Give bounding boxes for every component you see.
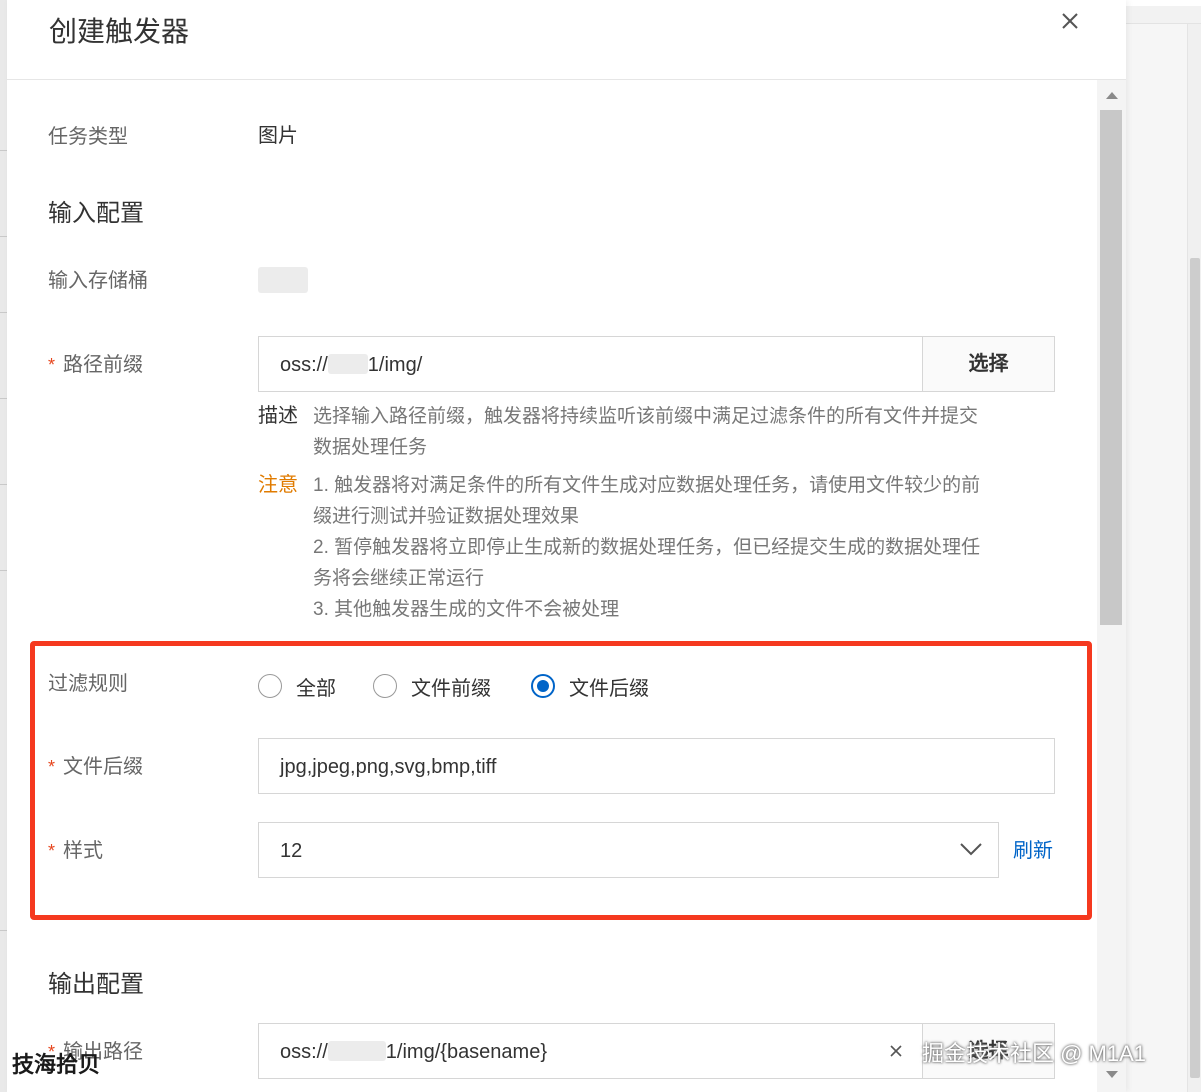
path-prefix-input[interactable]: oss:// 1/img/ 选择	[258, 336, 1055, 392]
scroll-up-arrow-icon[interactable]	[1106, 92, 1118, 99]
background-divider	[0, 930, 7, 931]
notice-line: 1. 触发器将对满足条件的所有文件生成对应数据处理任务，请使用文件较少的前	[313, 475, 981, 496]
required-mark: *	[48, 355, 56, 375]
path-prefix-redacted	[327, 354, 368, 374]
input-bucket-label: 输入存储桶	[48, 270, 148, 292]
style-select[interactable]: 12	[258, 822, 999, 878]
task-type-value: 图片	[258, 125, 298, 147]
output-config-heading: 输出配置	[48, 971, 144, 998]
chevron-down-icon	[960, 843, 982, 856]
filter-radio-file-prefix[interactable]: 文件前缀	[373, 671, 491, 701]
file-suffix-input[interactable]: jpg,jpeg,png,svg,bmp,tiff	[258, 738, 1055, 794]
path-prefix-value: oss:// 1/img/	[280, 351, 422, 379]
file-suffix-label: * 文件后缀	[48, 753, 143, 781]
refresh-link[interactable]: 刷新	[1013, 837, 1053, 865]
clear-icon[interactable]	[889, 1044, 903, 1058]
output-path-redacted	[327, 1041, 386, 1061]
background-divider	[0, 312, 7, 313]
description-key: 描述	[258, 405, 298, 427]
path-prefix-select-button[interactable]: 选择	[922, 336, 1055, 392]
scroll-down-arrow-icon[interactable]	[1106, 1071, 1118, 1078]
path-prefix-label: * 路径前缀	[48, 351, 143, 379]
description-text: 选择输入路径前缀，触发器将持续监听该前缀中满足过滤条件的所有文件并提交 数据处理…	[313, 401, 1073, 463]
page-scrollbar-thumb[interactable]	[1190, 258, 1200, 1078]
notice-line: 2. 暂停触发器将立即停止生成新的数据处理任务，但已经提交生成的数据处理任	[313, 537, 981, 558]
required-mark: *	[48, 757, 56, 777]
dialog-header: 创建触发器	[7, 0, 1126, 80]
file-suffix-label-text: 文件后缀	[63, 756, 144, 778]
style-label-text: 样式	[63, 840, 104, 862]
radio-circle	[373, 674, 397, 698]
watermark-left: 技海拾贝	[12, 1052, 101, 1077]
background-divider	[0, 398, 7, 399]
dialog-body: 任务类型 图片 输入配置 输入存储桶 * 路径前缀 oss:// 1/img/ 选择…	[7, 80, 1097, 1092]
page-scrollbar[interactable]	[1187, 24, 1201, 1092]
watermark-right: 掘金技术社区 @ M1A1	[922, 1041, 1147, 1066]
input-config-heading: 输入配置	[48, 200, 144, 227]
output-path-value-start: oss://	[280, 1041, 328, 1063]
background-divider	[0, 484, 7, 485]
background-divider	[0, 236, 7, 237]
radio-label: 全部	[296, 677, 336, 700]
description-line: 数据处理任务	[313, 437, 428, 458]
style-select-value: 12	[280, 840, 303, 862]
notice-line: 3. 其他触发器生成的文件不会被处理	[313, 599, 620, 620]
notice-text: 1. 触发器将对满足条件的所有文件生成对应数据处理任务，请使用文件较少的前 缀进…	[313, 470, 1073, 625]
file-suffix-value: jpg,jpeg,png,svg,bmp,tiff	[280, 756, 497, 778]
radio-circle	[258, 674, 282, 698]
notice-key: 注意	[258, 474, 298, 496]
dialog-scrollbar[interactable]	[1097, 80, 1126, 1092]
path-prefix-label-text: 路径前缀	[63, 354, 144, 376]
filter-radio-all[interactable]: 全部	[258, 671, 336, 701]
close-icon[interactable]	[1058, 10, 1082, 34]
background-page-left-edge	[0, 0, 7, 1092]
radio-label: 文件后缀	[569, 677, 649, 700]
required-mark: *	[48, 841, 56, 861]
path-prefix-value-start: oss://	[280, 354, 328, 376]
description-line: 选择输入路径前缀，触发器将持续监听该前缀中满足过滤条件的所有文件并提交	[313, 406, 979, 427]
style-label: * 样式	[48, 837, 103, 865]
notice-line: 缀进行测试并验证数据处理效果	[313, 506, 580, 527]
notice-line: 务将会继续正常运行	[313, 568, 485, 589]
filter-radio-file-suffix[interactable]: 文件后缀	[531, 671, 649, 701]
filter-rule-radio-group: 全部 文件前缀 文件后缀	[258, 671, 758, 701]
dialog-title: 创建触发器	[49, 16, 190, 47]
create-trigger-dialog: 创建触发器 任务类型 图片 输入配置 输入存储桶 * 路径前缀 oss:// 1/i…	[7, 0, 1126, 1092]
output-path-value: oss:// 1/img/{basename}	[280, 1038, 547, 1066]
background-divider	[0, 570, 7, 571]
task-type-label: 任务类型	[48, 126, 128, 148]
close-icon-glyph	[1062, 13, 1078, 29]
background-page-right	[1126, 24, 1201, 1092]
output-path-value-end: 1/img/{basename}	[385, 1041, 548, 1063]
radio-circle-selected	[531, 674, 555, 698]
input-bucket-value-redacted	[258, 267, 308, 293]
filter-rule-label: 过滤规则	[48, 673, 128, 695]
radio-label: 文件前缀	[411, 677, 491, 700]
path-prefix-value-end: 1/img/	[367, 354, 423, 376]
background-divider	[0, 150, 7, 151]
dialog-scrollbar-thumb[interactable]	[1100, 110, 1122, 625]
